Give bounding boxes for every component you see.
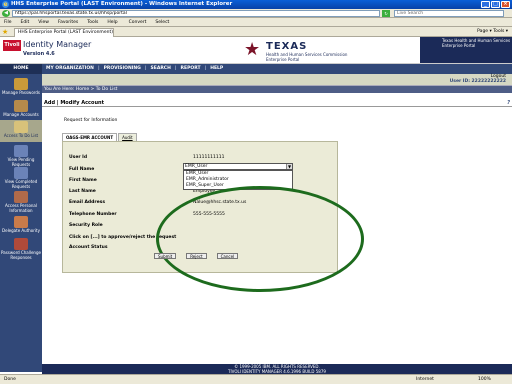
sidebar-item-completed-requests[interactable]: View Completed Requests — [0, 167, 42, 189]
sidebar: Manage Passwords Manage Accounts Access … — [0, 74, 42, 372]
menu-view[interactable]: View — [38, 18, 49, 26]
nav-my-organization[interactable]: MY ORGANIZATION — [46, 64, 94, 74]
field-label: Full Name — [69, 167, 95, 172]
favorites-star-icon[interactable]: ★ — [2, 28, 8, 36]
form-buttons: Submit Reject Cancel — [154, 253, 239, 259]
sidebar-item-label: Access To Do List — [3, 133, 39, 138]
menu-favorites[interactable]: Favorites — [58, 18, 78, 26]
field-label: Email Address — [69, 200, 106, 205]
search-input[interactable]: Live Search — [394, 10, 504, 17]
convert-button[interactable]: Convert — [129, 18, 147, 26]
cancel-button[interactable]: Cancel — [216, 253, 239, 259]
page-title-text: Add | Modify Account — [44, 100, 104, 106]
nav-report[interactable]: REPORT — [181, 64, 201, 74]
minimize-button[interactable]: _ — [481, 1, 490, 8]
sidebar-item-password-challenge[interactable]: Password Challenge Responses — [0, 238, 42, 260]
window-title-bar: e HHS Enterprise Portal (LAST Environmen… — [0, 0, 512, 9]
security-role-select[interactable]: EMR_User ▼ — [183, 163, 293, 170]
help-icon[interactable]: ? — [507, 99, 510, 107]
maximize-button[interactable]: □ — [491, 1, 500, 8]
product-name: Identity Manager — [23, 40, 92, 49]
address-bar: ◀ https://pal.hhsportal.texas.state.tx.u… — [0, 9, 512, 18]
delegate-icon — [14, 216, 28, 228]
user-id-label: User ID: 22222222222 — [449, 79, 506, 84]
nav-search[interactable]: SEARCH — [151, 64, 171, 74]
refresh-icon[interactable]: ↻ — [382, 10, 390, 17]
browser-tab[interactable]: HHS Enterprise Portal (LAST Environment) — [14, 28, 114, 37]
field-label: Account Status — [69, 245, 108, 250]
close-button[interactable]: × — [501, 1, 510, 8]
nav-provisioning[interactable]: PROVISIONING — [104, 64, 141, 74]
pending-requests-icon — [14, 145, 28, 157]
sidebar-item-label: Manage Accounts — [3, 112, 39, 117]
reject-button[interactable]: Reject — [186, 253, 207, 259]
nav-items: MY ORGANIZATION | PROVISIONING | SEARCH | R… — [46, 64, 223, 74]
sidebar-item-label: Manage Passwords — [2, 90, 40, 95]
sidebar-item-label: Access Personal Information — [5, 203, 37, 213]
sidebar-item-manage-accounts[interactable]: Manage Accounts — [0, 100, 42, 118]
footer: © 1999-2005 IBM. ALL RIGHTS RESERVED. TI… — [42, 364, 512, 374]
key-icon — [14, 78, 28, 90]
highlight-ellipse — [156, 186, 364, 292]
window-title: HHS Enterprise Portal (LAST Environment)… — [11, 1, 233, 7]
nav-help[interactable]: HELP — [210, 64, 223, 74]
url-input[interactable]: https://pal.hhsportal.texas.state.tx.us/… — [12, 10, 380, 17]
browser-tools: Page ▾ Tools ▾ — [477, 29, 508, 34]
challenge-icon — [14, 238, 28, 250]
field-label: User Id — [69, 155, 88, 160]
completed-requests-icon — [14, 167, 28, 179]
personal-info-icon — [14, 191, 28, 203]
breadcrumb: You Are Here: Home > To Do List — [42, 86, 512, 93]
hhsc-banner-text: Texas Health and Human Services Enterpri… — [420, 37, 512, 63]
sidebar-item-label: View Pending Requests — [7, 157, 35, 167]
field-value: 11111111111 — [193, 155, 225, 160]
texas-hhs-logo: ★ TEXAS Health and Human Services Commis… — [238, 40, 418, 62]
app-banner: Tivoli Identity Manager Version 4.6 ★ TE… — [0, 37, 512, 64]
menu-help[interactable]: Help — [107, 18, 117, 26]
sidebar-item-to-do-list[interactable]: Access To Do List — [0, 120, 42, 142]
field-label: Last Name — [69, 189, 96, 194]
security-role-value: EMR_User — [185, 164, 208, 169]
select-button[interactable]: Select — [155, 18, 169, 26]
sidebar-item-label: Password Challenge Responses — [1, 250, 41, 260]
account-tabs: OAGS-EMR ACCOUNT Audit — [62, 133, 137, 141]
submit-button[interactable]: Submit — [154, 253, 177, 259]
main-content: Add | Modify Account ? Request for Infor… — [42, 93, 512, 372]
menu-tools[interactable]: Tools — [87, 18, 98, 26]
accounts-icon — [14, 100, 28, 112]
browser-tab-bar: ★ HHS Enterprise Portal (LAST Environmen… — [0, 27, 512, 37]
tab-account[interactable]: OAGS-EMR ACCOUNT — [62, 133, 118, 141]
sidebar-item-pending-requests[interactable]: View Pending Requests — [0, 145, 42, 167]
menu-edit[interactable]: Edit — [21, 18, 30, 26]
field-label: Security Role — [69, 223, 103, 228]
texas-label: TEXAS — [266, 41, 308, 52]
sidebar-item-label: Delegate Authority — [2, 228, 40, 233]
page-title: Add | Modify Account ? — [42, 99, 512, 107]
back-arrow-icon[interactable]: ◀ — [2, 10, 10, 17]
field-label: Telephone Number — [69, 212, 117, 217]
status-bar: Done Internet 100% — [0, 374, 512, 384]
window-controls: _ □ × — [481, 1, 510, 8]
field-label: First Name — [69, 178, 97, 183]
tivoli-logo: Tivoli — [3, 40, 21, 51]
request-header: Request for Information — [64, 118, 118, 123]
product-version: Version 4.6 — [23, 51, 55, 57]
tab-audit[interactable]: Audit — [118, 133, 137, 141]
page-menu[interactable]: Page — [477, 29, 488, 34]
user-info-bar: Logout User ID: 22222222222 — [42, 74, 512, 86]
top-nav: HOME MY ORGANIZATION | PROVISIONING | SEAR… — [0, 64, 512, 74]
ie-icon: e — [2, 1, 9, 8]
tools-menu[interactable]: Tools — [493, 29, 504, 34]
texas-star-icon: ★ — [244, 39, 261, 60]
nav-home[interactable]: HOME — [0, 64, 42, 74]
sidebar-item-label: View Completed Requests — [4, 179, 38, 189]
sidebar-item-manage-passwords[interactable]: Manage Passwords — [0, 78, 42, 96]
sidebar-item-delegate-authority[interactable]: Delegate Authority — [0, 216, 42, 234]
agency-label: Health and Human Services Commission Ente… — [266, 52, 348, 62]
menu-file[interactable]: File — [4, 18, 12, 26]
menu-bar: File Edit View Favorites Tools Help Conv… — [0, 18, 512, 27]
chevron-down-icon[interactable]: ▼ — [286, 164, 292, 169]
todo-icon — [14, 121, 28, 133]
sidebar-item-personal-information[interactable]: Access Personal Information — [0, 191, 42, 213]
